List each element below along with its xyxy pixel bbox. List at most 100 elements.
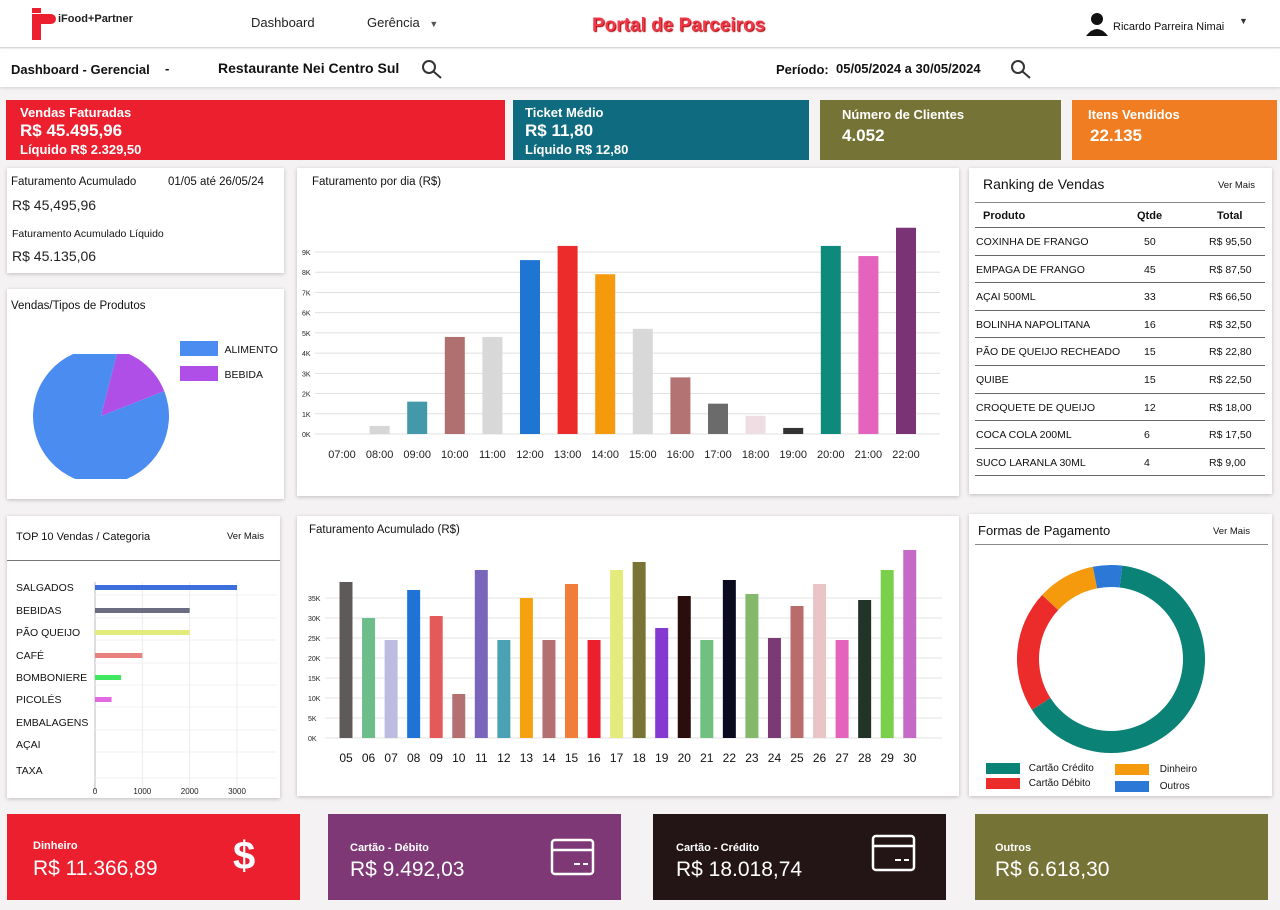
y-tick-label: 6K: [302, 311, 311, 318]
legend-swatch: [1115, 781, 1149, 792]
separator: -: [165, 61, 170, 76]
credit-card-icon: [871, 834, 916, 872]
x-tick-label: 26: [813, 751, 827, 765]
legend-label: ALIMENTO: [224, 344, 278, 356]
page-label: Dashboard - Gerencial: [11, 62, 150, 77]
bar: [632, 562, 646, 738]
table-cell: R$ 22,50: [1209, 373, 1252, 386]
kpi-value: R$ 11,80: [525, 121, 594, 140]
divider: [975, 202, 1265, 203]
bar: [482, 336, 503, 434]
table-cell: R$ 9,00: [1209, 456, 1246, 469]
legend-alimento: ALIMENTO: [180, 340, 278, 358]
x-tick-label: 07: [384, 751, 398, 765]
table-row[interactable]: COXINHA DE FRANGO 50 R$ 95,50: [975, 228, 1265, 256]
x-tick-label: 20:00: [817, 449, 845, 461]
x-tick-label: 09: [430, 751, 444, 765]
kpi-sub: Líquido R$ 12,80: [525, 142, 629, 157]
kpi-sub: Líquido R$ 2.329,50: [20, 142, 142, 157]
legend-label: Dinheiro: [1159, 764, 1198, 776]
table-cell: 16: [1144, 318, 1156, 331]
search-icon[interactable]: [421, 59, 443, 81]
bar: [95, 630, 190, 635]
logo-text: iFood+Partner: [58, 13, 133, 25]
x-tick-label: 19:00: [779, 449, 807, 461]
table-row[interactable]: BOLINHA NAPOLITANA 16 R$ 32,50: [975, 311, 1265, 339]
bottom-card-debito: Cartão - Débito R$ 9.492,03: [328, 814, 621, 900]
x-tick-label: 22: [723, 751, 737, 765]
card-title: Ranking de Vendas: [983, 176, 1105, 192]
donut-slice: [1092, 565, 1123, 589]
bottom-card-outros: Outros R$ 6.618,30: [975, 814, 1268, 900]
nav-gerencia[interactable]: Gerência ▼: [367, 15, 438, 30]
table-cell: 4: [1144, 456, 1150, 469]
table-cell: COXINHA DE FRANGO: [976, 236, 1089, 248]
y-tick-label: 0K: [302, 432, 311, 439]
table-row[interactable]: AÇAI 500ML 33 R$ 66,50: [975, 283, 1265, 311]
faturamento-dia-chart: 0K 1K 2K 3K 4K 5K 6K 7K 8K 9K 07:00 08:00 09:00 10:00…: [302, 227, 940, 461]
x-tick-label: 20: [678, 751, 692, 765]
table-row[interactable]: CROQUETE DE QUEIJO 12 R$ 18,00: [975, 394, 1265, 422]
table-cell: R$ 32,50: [1209, 318, 1252, 331]
table-header-cell: Qtde: [1137, 210, 1163, 222]
logo[interactable]: iFood+Partner: [30, 8, 140, 40]
table-row[interactable]: QUIBE 15 R$ 22,50: [975, 366, 1265, 394]
user-menu[interactable]: Ricardo Parreira Nimai ▼: [1086, 12, 1256, 38]
table-row[interactable]: EMPAGA DE FRANGO 45 R$ 87,50: [975, 256, 1265, 284]
y-tick-label: 8K: [302, 270, 311, 277]
x-tick-label: 17:00: [704, 449, 732, 461]
table-header-cell: Produto: [983, 210, 1026, 222]
category-label: AÇAI: [16, 739, 41, 751]
x-tick-label: 22:00: [892, 449, 920, 461]
table-row[interactable]: PÃO DE QUEIJO RECHEADO 15 R$ 22,80: [975, 338, 1265, 366]
bar: [677, 596, 691, 738]
faturamento-por-dia-card: Faturamento por dia (R$) 0K 1K 2K 3K 4K 5K 6K 7…: [297, 168, 959, 496]
x-tick-label: 18:00: [742, 449, 770, 461]
y-tick-label: 10K: [308, 696, 321, 703]
table-cell: QUIBE: [976, 373, 1009, 386]
bar: [722, 580, 736, 738]
x-tick-label: 12: [497, 751, 511, 765]
bottom-card-label: Cartão - Crédito: [676, 842, 760, 854]
table-cell: SUCO LARANLA 30ML: [976, 456, 1086, 469]
nav-dashboard[interactable]: Dashboard: [251, 15, 315, 30]
x-tick-label: 17: [610, 751, 624, 765]
legend-swatch: [180, 366, 218, 382]
table-cell: R$ 17,50: [1209, 429, 1252, 442]
bar: [565, 584, 578, 738]
ranking-table: Produto Qtde Total COXINHA DE FRANGO 50 R$ 95…: [975, 204, 1265, 477]
kpi-numero-clientes: Número de Clientes 4.052: [820, 100, 1061, 160]
category-label: PÃO QUEIJO: [16, 626, 80, 639]
x-tick-label: 16:00: [667, 449, 695, 461]
x-tick-label: 21:00: [855, 449, 883, 461]
y-tick-label: 7K: [302, 290, 311, 297]
table-row[interactable]: SUCO LARANLA 30ML 4 R$ 9,00: [975, 449, 1265, 477]
legend-swatch: [986, 778, 1020, 789]
y-tick-label: 35K: [308, 596, 321, 603]
category-label: BOMBONIERE: [16, 672, 87, 684]
bar: [444, 336, 465, 434]
restaurant-name[interactable]: Restaurante Nei Centro Sul: [218, 60, 399, 76]
fat-liquido-value: R$ 45.135,06: [12, 248, 97, 264]
bar: [452, 694, 466, 738]
period-value[interactable]: 05/05/2024 a 30/05/2024: [836, 61, 981, 76]
table-row[interactable]: COCA COLA 200ML 6 R$ 17,50: [975, 421, 1265, 449]
period-label: Período:: [776, 62, 829, 77]
bar: [813, 584, 827, 738]
bar: [542, 640, 556, 738]
filter-bar: Dashboard - Gerencial - Restaurante Nei …: [0, 49, 1280, 87]
category-label: TAXA: [16, 765, 43, 777]
bar: [745, 594, 759, 738]
bar: [429, 616, 443, 738]
bar: [858, 256, 879, 434]
bottom-card-label: Dinheiro: [33, 840, 78, 852]
table-header: Produto Qtde Total: [975, 204, 1265, 228]
bar: [595, 274, 616, 434]
card-title: Vendas/Tipos de Produtos: [11, 300, 146, 312]
ver-mais-link[interactable]: Ver Mais: [1218, 180, 1255, 191]
table-cell: R$ 95,50: [1209, 236, 1252, 248]
category-label: CAFÉ: [16, 649, 44, 662]
legend-cartao-credito: Cartão Crédito: [986, 763, 1094, 774]
search-icon[interactable]: [1010, 59, 1032, 81]
table-cell: 6: [1144, 429, 1150, 442]
